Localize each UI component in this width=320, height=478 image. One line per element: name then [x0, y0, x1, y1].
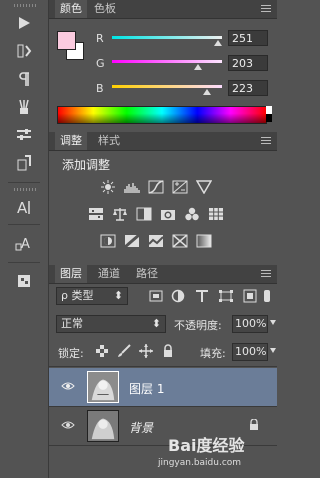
- chevron-updown-icon: ⬍: [113, 289, 123, 302]
- black-swatch[interactable]: [266, 114, 272, 122]
- lock-transparent-icon[interactable]: [94, 344, 110, 358]
- layer-filter-select[interactable]: ρ 类型 ⬍: [56, 287, 128, 305]
- opacity-label: 不透明度:: [174, 319, 222, 332]
- color-panel-tabbar: 颜色 色板: [49, 0, 277, 19]
- panel-menu-icon[interactable]: [261, 5, 271, 13]
- play-icon[interactable]: [10, 12, 38, 34]
- layer-lock-icon: [250, 419, 258, 430]
- filter-smart-object-icon[interactable]: [242, 289, 258, 303]
- filter-toggle[interactable]: [264, 290, 270, 302]
- tab-layers[interactable]: 图层: [55, 265, 87, 283]
- character-icon[interactable]: A: [10, 196, 38, 218]
- lock-label: 锁定:: [58, 347, 84, 360]
- 3d-icon[interactable]: [10, 270, 38, 292]
- tab-swatches[interactable]: 色板: [89, 0, 121, 18]
- chevron-updown-icon: ⬍: [151, 317, 161, 330]
- watermark-logo: Bai度经验: [168, 436, 245, 455]
- hue-saturation-icon[interactable]: [88, 207, 104, 221]
- toolbar-grip-2[interactable]: [14, 188, 36, 191]
- tab-color[interactable]: 颜色: [55, 0, 87, 18]
- brush-preset-icon[interactable]: [10, 40, 38, 62]
- blend-mode-select[interactable]: 正常 ⬍: [56, 315, 166, 333]
- color-spectrum-bar[interactable]: [57, 106, 267, 124]
- channel-label-g: G: [96, 57, 105, 70]
- layer-thumbnail: [87, 371, 119, 403]
- foreground-color-swatch[interactable]: [57, 31, 76, 50]
- visibility-eye-icon[interactable]: [61, 420, 75, 430]
- adjust-panel-menu-icon[interactable]: [261, 137, 271, 145]
- layer-name[interactable]: 背景: [129, 419, 153, 436]
- red-slider-thumb[interactable]: [214, 40, 222, 46]
- channel-mixer-icon[interactable]: [184, 207, 200, 221]
- lock-all-icon[interactable]: [160, 344, 176, 358]
- color-balance-icon[interactable]: [112, 207, 128, 221]
- fill-dropdown-icon[interactable]: [270, 348, 276, 353]
- invert-icon[interactable]: [100, 234, 116, 248]
- add-adjustment-heading: 添加调整: [62, 158, 111, 172]
- layers-panel-menu-icon[interactable]: [261, 270, 271, 278]
- brush-icon[interactable]: [10, 96, 38, 118]
- gradient-map-icon[interactable]: [196, 234, 212, 248]
- divider: [49, 366, 277, 367]
- exposure-icon[interactable]: [172, 180, 188, 194]
- brightness-contrast-icon[interactable]: [100, 180, 116, 194]
- posterize-icon[interactable]: [124, 233, 140, 249]
- tab-adjustments[interactable]: 调整: [55, 132, 87, 150]
- layer-thumbnail: [87, 410, 119, 442]
- filter-type-icon[interactable]: [194, 289, 210, 303]
- character-style-icon[interactable]: A: [10, 232, 38, 254]
- visibility-eye-icon[interactable]: [61, 381, 75, 391]
- opacity-dropdown-icon[interactable]: [270, 320, 276, 325]
- tab-channels[interactable]: 通道: [93, 265, 125, 283]
- tab-styles[interactable]: 样式: [93, 132, 125, 150]
- green-slider[interactable]: [112, 60, 222, 63]
- red-slider[interactable]: [112, 36, 222, 39]
- adjust-panel-tabbar: 调整 样式: [49, 132, 277, 151]
- layer-name[interactable]: 图层 1: [129, 380, 164, 397]
- black-white-icon[interactable]: [136, 207, 152, 221]
- fill-label: 填充:: [200, 347, 226, 360]
- selective-color-icon[interactable]: [172, 234, 188, 248]
- blue-slider-thumb[interactable]: [203, 89, 211, 95]
- blend-mode-value: 正常: [61, 317, 83, 330]
- green-value-field[interactable]: 203: [228, 55, 268, 71]
- red-value-field[interactable]: 251: [228, 30, 268, 46]
- toolbar-grip[interactable]: [14, 4, 36, 7]
- white-swatch[interactable]: [266, 106, 272, 114]
- lock-image-icon[interactable]: [116, 344, 132, 358]
- tab-paths[interactable]: 路径: [131, 265, 163, 283]
- vibrance-icon[interactable]: [195, 180, 213, 195]
- svg-text:A: A: [17, 199, 28, 216]
- curves-icon[interactable]: [148, 180, 164, 194]
- tool-strip: A A: [0, 0, 49, 478]
- color-lookup-icon[interactable]: [208, 207, 224, 221]
- clone-source-icon[interactable]: [10, 152, 38, 174]
- channel-label-b: B: [96, 82, 104, 95]
- filter-pixel-icon[interactable]: [148, 289, 164, 303]
- fill-field[interactable]: 100%: [232, 343, 268, 361]
- layers-panel-tabbar: 图层 通道 路径: [49, 265, 277, 284]
- channel-label-r: R: [96, 32, 104, 45]
- green-slider-thumb[interactable]: [194, 64, 202, 70]
- paragraph-icon[interactable]: [10, 68, 38, 90]
- photo-filter-icon[interactable]: [160, 207, 176, 221]
- filter-shape-icon[interactable]: [218, 289, 234, 303]
- adjustment-icon[interactable]: [10, 124, 38, 146]
- layer-row-selected[interactable]: 图层 1: [49, 368, 277, 407]
- levels-icon[interactable]: [124, 180, 140, 194]
- svg-text:A: A: [21, 237, 30, 252]
- blue-value-field[interactable]: 223: [228, 80, 268, 96]
- lock-position-icon[interactable]: [138, 344, 154, 358]
- filter-adjustment-icon[interactable]: [170, 289, 186, 303]
- threshold-icon[interactable]: [148, 234, 164, 248]
- opacity-field[interactable]: 100%: [232, 315, 268, 333]
- layer-filter-label: ρ 类型: [61, 289, 94, 302]
- watermark-url: jingyan.baidu.com: [158, 458, 242, 468]
- blue-slider[interactable]: [112, 85, 222, 88]
